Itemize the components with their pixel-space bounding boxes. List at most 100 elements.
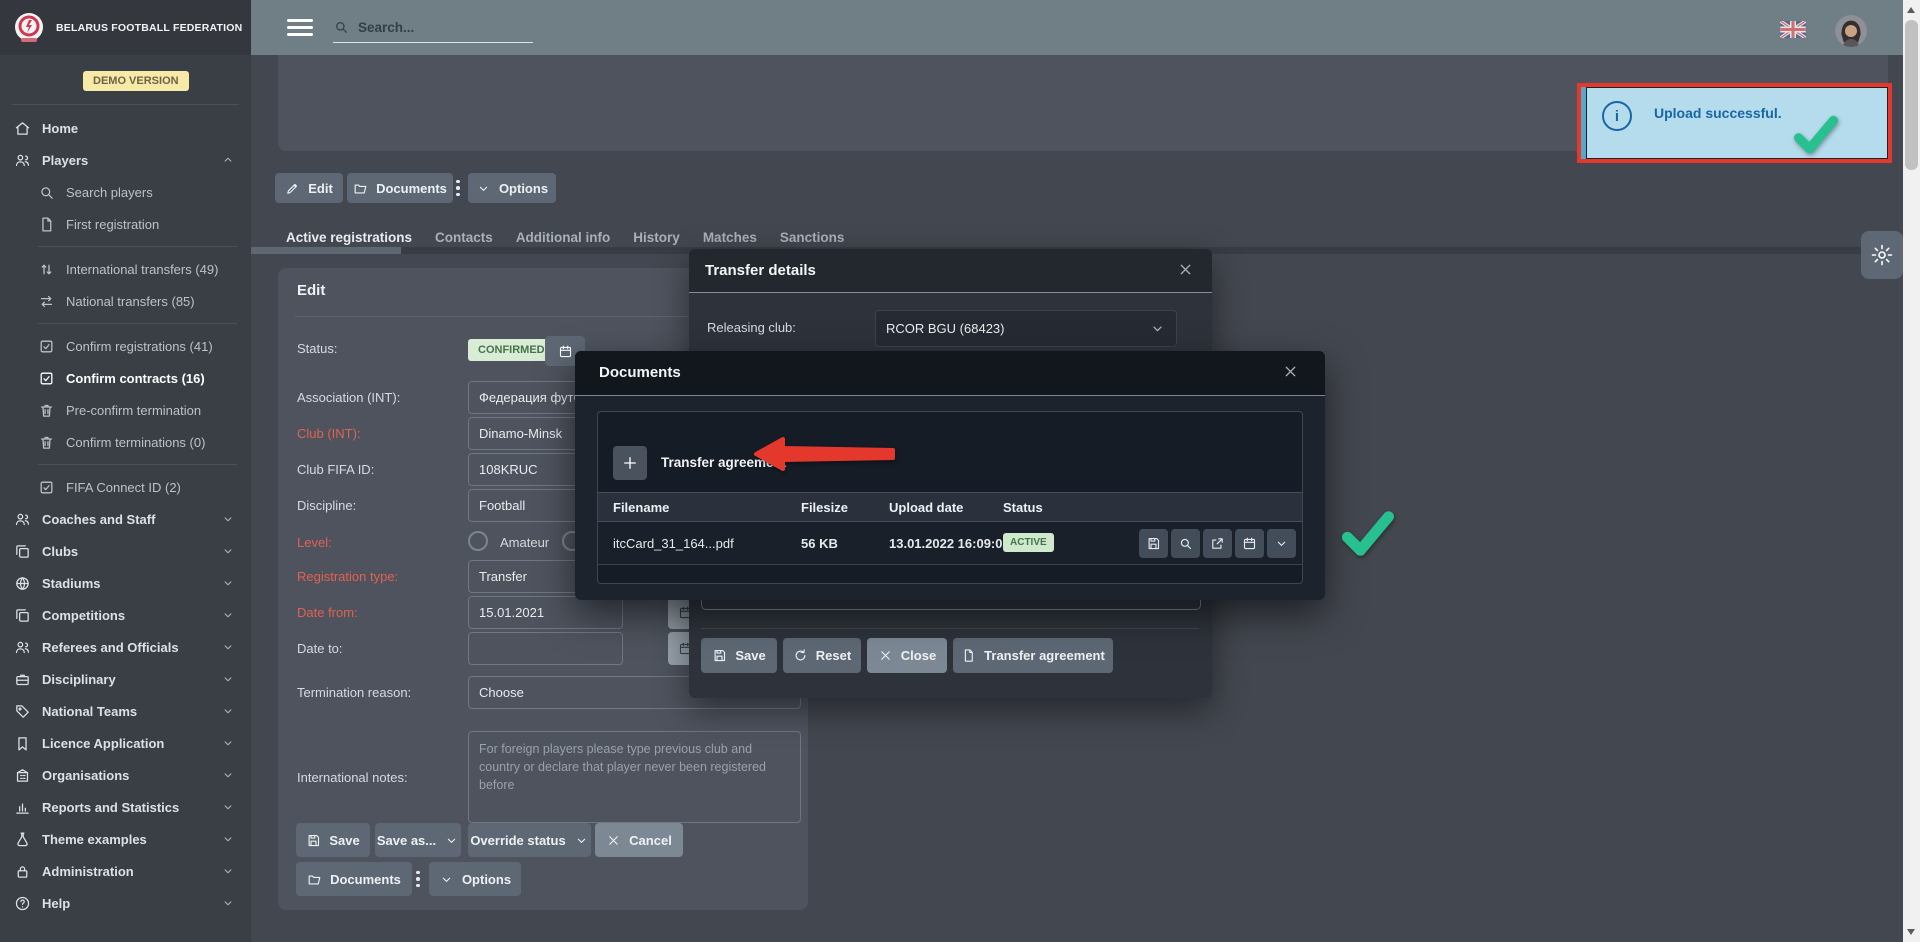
edit-button[interactable]: Edit bbox=[275, 173, 343, 203]
add-document-button[interactable] bbox=[613, 446, 647, 480]
sidebar-item-confirm-contracts[interactable]: Confirm contracts (16) bbox=[0, 362, 251, 394]
cancel-button[interactable]: Cancel bbox=[595, 823, 683, 857]
sidebar-item-first-registration[interactable]: First registration bbox=[0, 208, 251, 240]
settings-panel-button[interactable] bbox=[1861, 231, 1903, 279]
save-as-button[interactable]: Save as... bbox=[375, 823, 461, 857]
scroll-up-arrow[interactable] bbox=[1907, 7, 1915, 13]
user-avatar[interactable] bbox=[1835, 15, 1867, 47]
club-fifa-id-label: Club FIFA ID: bbox=[297, 453, 465, 486]
scrollbar-thumb[interactable] bbox=[1905, 20, 1918, 170]
tab-contacts[interactable]: Contacts bbox=[435, 230, 493, 245]
chevron-down-icon bbox=[221, 672, 235, 686]
sidebar-item-stadiums[interactable]: Stadiums bbox=[0, 567, 251, 599]
trash-icon bbox=[38, 402, 55, 419]
sidebar-divider bbox=[38, 464, 237, 465]
date-from-input[interactable]: 15.01.2021 bbox=[468, 596, 623, 629]
open-document-button[interactable] bbox=[1203, 529, 1232, 558]
sidebar-item-preconfirm-termination[interactable]: Pre-confirm termination bbox=[0, 394, 251, 426]
sidebar-item-confirm-terminations[interactable]: Confirm terminations (0) bbox=[0, 426, 251, 458]
sidebar-divider bbox=[38, 323, 237, 324]
sidebar-item-reports-and-statistics[interactable]: Reports and Statistics bbox=[0, 791, 251, 823]
level-label: Level: bbox=[297, 526, 465, 559]
documents-button[interactable]: Documents bbox=[347, 173, 453, 203]
upload-notification[interactable]: i Upload successful. bbox=[1577, 83, 1892, 163]
flask-icon bbox=[14, 831, 31, 848]
registration-type-label: Registration type: bbox=[297, 560, 465, 593]
sidebar-item-national-teams[interactable]: National Teams bbox=[0, 695, 251, 727]
sidebar-item-administration[interactable]: Administration bbox=[0, 855, 251, 887]
more-actions-button[interactable] bbox=[1267, 529, 1296, 558]
page-scrollbar[interactable] bbox=[1903, 0, 1920, 942]
sidebar-item-players[interactable]: Players bbox=[0, 144, 251, 176]
building-icon bbox=[14, 767, 31, 784]
releasing-club-label: Releasing club: bbox=[707, 320, 796, 335]
status-label: Status: bbox=[297, 332, 465, 365]
help-icon bbox=[14, 895, 31, 912]
sidebar-item-help[interactable]: Help bbox=[0, 887, 251, 919]
chevron-down-icon bbox=[221, 832, 235, 846]
preview-document-button[interactable] bbox=[1171, 529, 1200, 558]
global-search-input[interactable]: Search... bbox=[333, 12, 533, 43]
options-button[interactable]: Options bbox=[429, 862, 521, 896]
options-button[interactable]: Options bbox=[468, 173, 556, 203]
tab-matches[interactable]: Matches bbox=[703, 230, 757, 245]
sidebar-item-theme-examples[interactable]: Theme examples bbox=[0, 823, 251, 855]
sidebar-divider bbox=[38, 246, 237, 247]
save-button[interactable]: Save bbox=[701, 638, 777, 673]
sidebar-item-clubs[interactable]: Clubs bbox=[0, 535, 251, 567]
sidebar-item-fifa-connect-id[interactable]: FIFA Connect ID (2) bbox=[0, 471, 251, 503]
scroll-down-arrow[interactable] bbox=[1907, 929, 1915, 935]
documents-button[interactable]: Documents bbox=[296, 862, 412, 896]
sidebar-divider bbox=[12, 104, 239, 105]
check-square-icon bbox=[38, 479, 55, 496]
language-flag-button[interactable] bbox=[1780, 21, 1806, 38]
notes-placeholder: For foreign players please type previous… bbox=[479, 740, 790, 794]
col-upload-date: Upload date bbox=[889, 500, 963, 515]
level-amateur-radio[interactable] bbox=[468, 531, 488, 551]
calendar-icon bbox=[558, 344, 573, 359]
brand-header[interactable]: BELARUS FOOTBALL FEDERATION bbox=[0, 0, 251, 55]
tabs-scrollbar-thumb[interactable] bbox=[251, 247, 401, 254]
tab-sanctions[interactable]: Sanctions bbox=[780, 230, 845, 245]
sidebar-item-disciplinary[interactable]: Disciplinary bbox=[0, 663, 251, 695]
international-notes-textarea[interactable]: For foreign players please type previous… bbox=[468, 731, 801, 823]
sidebar-item-organisations[interactable]: Organisations bbox=[0, 759, 251, 791]
reset-button[interactable]: Reset bbox=[783, 638, 861, 673]
chart-icon bbox=[14, 799, 31, 816]
document-history-button[interactable] bbox=[1235, 529, 1264, 558]
sidebar-item-international-transfers[interactable]: International transfers (49) bbox=[0, 253, 251, 285]
players-icon bbox=[14, 152, 31, 169]
date-to-input[interactable] bbox=[468, 632, 623, 665]
status-active-badge: ACTIVE bbox=[1003, 533, 1054, 552]
termination-reason-label: Termination reason: bbox=[297, 676, 465, 709]
sidebar-item-confirm-registrations[interactable]: Confirm registrations (41) bbox=[0, 330, 251, 362]
close-button[interactable]: Close bbox=[867, 638, 947, 673]
level-amateur-label: Amateur bbox=[500, 526, 570, 559]
tab-history[interactable]: History bbox=[633, 230, 680, 245]
document-table-row[interactable]: itcCard_31_164...pdf 56 KB 13.01.2022 16… bbox=[598, 522, 1302, 565]
sidebar-item-coaches-and-staff[interactable]: Coaches and Staff bbox=[0, 503, 251, 535]
close-icon[interactable] bbox=[1282, 363, 1299, 380]
download-document-button[interactable] bbox=[1139, 529, 1168, 558]
transfer-agreement-button[interactable]: Transfer agreement bbox=[953, 638, 1113, 673]
sidebar-item-competitions[interactable]: Competitions bbox=[0, 599, 251, 631]
users-icon bbox=[14, 639, 31, 656]
tab-active-registrations[interactable]: Active registrations bbox=[286, 230, 412, 245]
override-status-button[interactable]: Override status bbox=[468, 823, 591, 857]
sidebar-item-search-players[interactable]: Search players bbox=[0, 176, 251, 208]
search-icon bbox=[38, 184, 55, 201]
tab-additional-info[interactable]: Additional info bbox=[516, 230, 610, 245]
sidebar-item-referees-and-officials[interactable]: Referees and Officials bbox=[0, 631, 251, 663]
reset-icon bbox=[793, 648, 808, 663]
save-button[interactable]: Save bbox=[296, 823, 370, 857]
player-tabs: Active registrations Contacts Additional… bbox=[286, 230, 844, 245]
sidebar-item-licence-application[interactable]: Licence Application bbox=[0, 727, 251, 759]
annotation-check-notification bbox=[1794, 112, 1838, 158]
sidebar-item-national-transfers[interactable]: National transfers (85) bbox=[0, 285, 251, 317]
brand-title: BELARUS FOOTBALL FEDERATION bbox=[56, 22, 242, 34]
international-notes-label: International notes: bbox=[297, 761, 465, 794]
menu-toggle-button[interactable] bbox=[287, 19, 313, 40]
releasing-club-select[interactable]: RCOR BGU (68423) bbox=[875, 310, 1177, 347]
sidebar-item-home[interactable]: Home bbox=[0, 112, 251, 144]
close-icon[interactable] bbox=[1177, 261, 1194, 278]
